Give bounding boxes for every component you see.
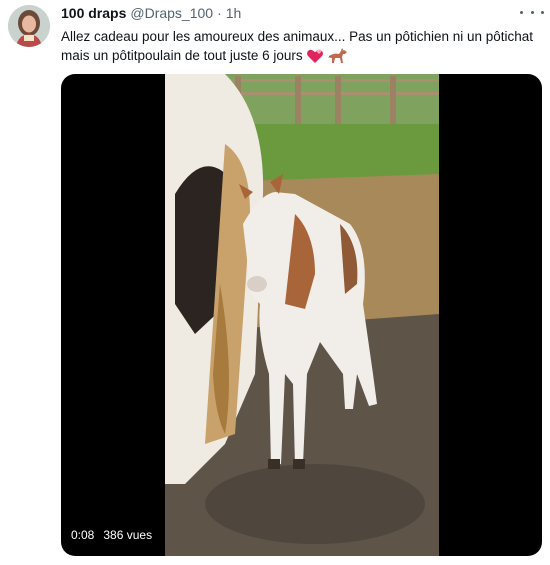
tweet-text-line-2: mais un pôtitpoulain de tout juste 6 jou… xyxy=(61,48,303,63)
display-name[interactable]: 100 draps xyxy=(61,5,126,21)
video-player[interactable]: 0:08 386 vues xyxy=(61,74,542,556)
video-frame[interactable] xyxy=(165,74,439,556)
tweet-text: Allez cadeau pour les amoureux des anima… xyxy=(61,27,541,65)
video-thumbnail xyxy=(165,74,439,556)
user-handle[interactable]: @Draps_100 xyxy=(130,5,213,21)
video-stats: 0:08 386 vues xyxy=(71,528,152,542)
horse-icon xyxy=(328,48,348,64)
avatar[interactable] xyxy=(8,5,50,47)
timestamp[interactable]: 1h xyxy=(226,5,242,21)
tweet-text-line-1: Allez cadeau pour les amoureux des anima… xyxy=(61,29,534,44)
video-views: 386 vues xyxy=(103,528,153,542)
tweet-text-line-2-row: mais un pôtitpoulain de tout juste 6 jou… xyxy=(61,46,541,65)
tweet-header: 100 draps @Draps_100 · 1h xyxy=(61,5,241,23)
avatar-photo xyxy=(8,5,50,47)
revolving-hearts-icon xyxy=(307,50,324,64)
dot-separator: · xyxy=(217,5,222,21)
more-options-icon[interactable] xyxy=(520,5,544,19)
video-duration: 0:08 xyxy=(71,528,95,542)
tweet[interactable]: 100 draps @Draps_100 · 1h Allez cadeau p… xyxy=(0,0,550,565)
